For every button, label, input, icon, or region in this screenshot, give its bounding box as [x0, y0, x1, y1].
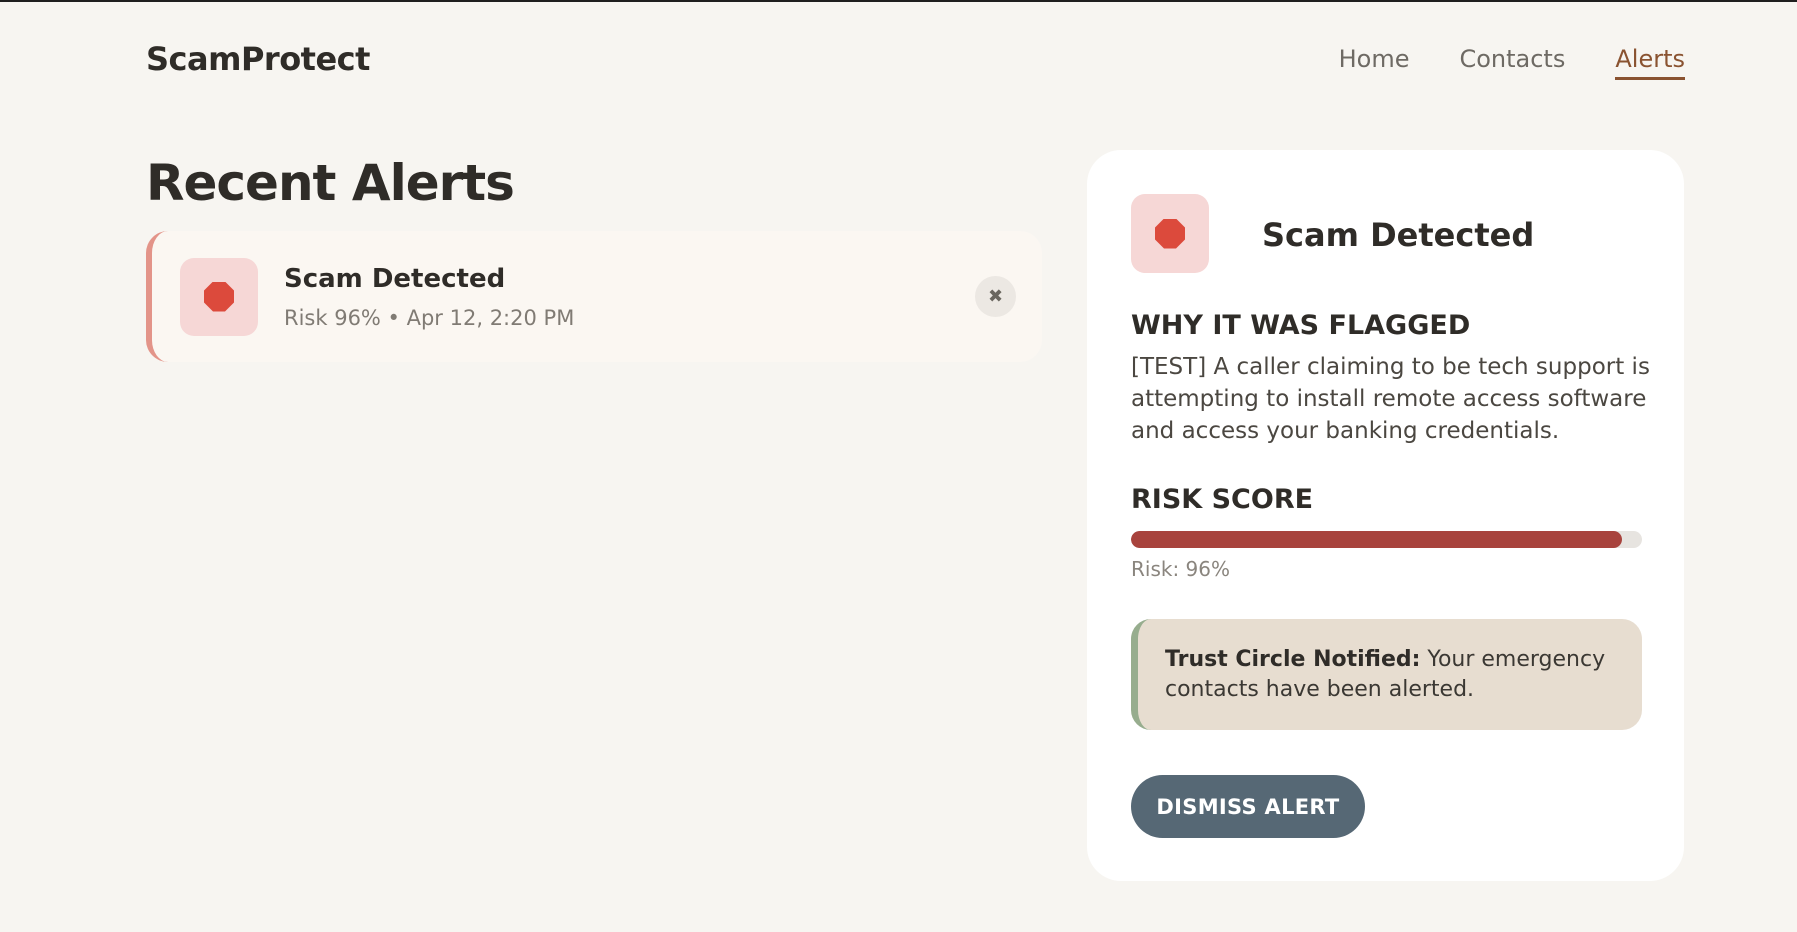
nav-alerts[interactable]: Alerts	[1615, 45, 1685, 80]
why-flagged-text: [TEST] A caller claiming to be tech supp…	[1131, 354, 1650, 444]
dismiss-alert-button[interactable]: DISMISS ALERT	[1131, 775, 1365, 838]
alert-meta: Risk 96% • Apr 12, 2:20 PM	[284, 305, 575, 330]
nav-home[interactable]: Home	[1339, 45, 1410, 80]
close-icon[interactable]: ✖	[975, 276, 1016, 317]
detail-title: Scam Detected	[1262, 216, 1535, 254]
detail-icon-box	[1131, 194, 1209, 273]
risk-score-text: Risk: 96%	[1131, 557, 1231, 581]
alert-title: Scam Detected	[284, 263, 506, 294]
risk-score-bar	[1131, 531, 1642, 548]
alert-list-item[interactable]: Scam Detected Risk 96% • Apr 12, 2:20 PM…	[146, 231, 1042, 362]
why-flagged-heading: WHY IT WAS FLAGGED	[1131, 310, 1471, 341]
app-logo: ScamProtect	[146, 40, 370, 78]
page-title: Recent Alerts	[146, 154, 515, 212]
stop-sign-icon	[204, 281, 234, 312]
alert-icon-box	[180, 257, 258, 336]
stop-sign-icon	[1155, 218, 1185, 249]
risk-score-fill	[1131, 531, 1622, 548]
trust-circle-notice: Trust Circle Notified: Your emergency co…	[1131, 619, 1642, 730]
nav-contacts[interactable]: Contacts	[1459, 45, 1565, 80]
notice-bold: Trust Circle Notified:	[1165, 647, 1421, 672]
risk-score-heading: RISK SCORE	[1131, 484, 1314, 515]
alert-text: Scam Detected Risk 96% • Apr 12, 2:20 PM	[284, 264, 574, 330]
alert-detail-panel: Scam Detected WHY IT WAS FLAGGED [TEST] …	[1087, 150, 1684, 881]
top-border	[0, 0, 1797, 2]
main-nav: Home Contacts Alerts	[1339, 45, 1685, 80]
